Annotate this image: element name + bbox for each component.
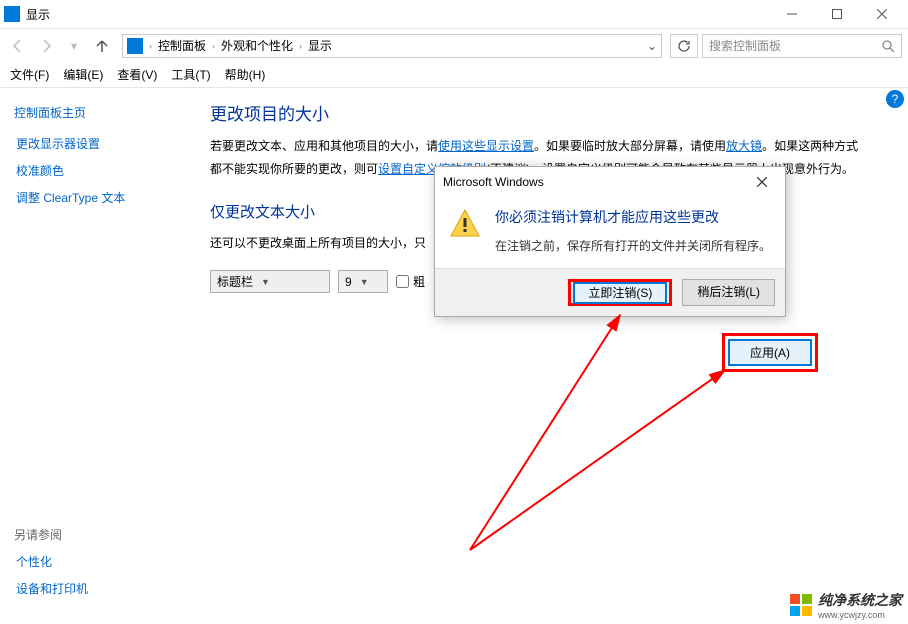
- dialog-buttons: 立即注销(S) 稍后注销(L): [435, 268, 785, 316]
- sidebar-link-devices[interactable]: 设备和打印机: [14, 580, 186, 597]
- refresh-button[interactable]: [670, 34, 698, 58]
- chevron-icon[interactable]: ›: [212, 41, 215, 51]
- address-dropdown[interactable]: ⌄: [647, 39, 657, 53]
- app-icon: [4, 6, 20, 22]
- sidebar-home[interactable]: 控制面板主页: [14, 104, 186, 121]
- warning-icon: [449, 207, 481, 254]
- breadcrumb[interactable]: 显示: [308, 37, 332, 54]
- sidebar-link-calibrate[interactable]: 校准颜色: [14, 162, 186, 179]
- watermark-text: 纯净系统之家: [818, 592, 902, 608]
- signoff-dialog: Microsoft Windows 你必须注销计算机才能应用这些更改 在注销之前…: [434, 166, 786, 317]
- breadcrumb[interactable]: 外观和个性化: [221, 37, 293, 54]
- close-button[interactable]: [859, 0, 904, 28]
- item-select[interactable]: 标题栏▼: [210, 270, 330, 293]
- watermark-url: www.ycwjzy.com: [818, 610, 902, 620]
- signoff-later-button[interactable]: 稍后注销(L): [682, 279, 775, 306]
- chevron-down-icon: ▼: [360, 277, 369, 287]
- menu-edit[interactable]: 编辑(E): [63, 66, 103, 83]
- page-title: 更改项目的大小: [210, 100, 868, 125]
- menu-help[interactable]: 帮助(H): [225, 66, 266, 83]
- chevron-down-icon: ▼: [261, 277, 270, 287]
- bold-checkbox[interactable]: 粗: [396, 273, 425, 290]
- back-button[interactable]: [6, 34, 30, 58]
- window-title: 显示: [26, 6, 769, 23]
- see-also-heading: 另请参阅: [14, 526, 186, 543]
- link-display-settings[interactable]: 使用这些显示设置: [438, 139, 534, 153]
- navbar: ▾ › 控制面板 › 外观和个性化 › 显示 ⌄ 搜索控制面板: [0, 28, 908, 62]
- watermark: 纯净系统之家 www.ycwjzy.com: [790, 590, 902, 620]
- menubar: 文件(F) 编辑(E) 查看(V) 工具(T) 帮助(H): [0, 62, 908, 88]
- sidebar: 控制面板主页 更改显示器设置 校准颜色 调整 ClearType 文本 另请参阅…: [0, 88, 200, 624]
- chevron-icon[interactable]: ›: [149, 41, 152, 51]
- apply-button[interactable]: 应用(A): [728, 339, 812, 366]
- breadcrumb[interactable]: 控制面板: [158, 37, 206, 54]
- help-icon[interactable]: ?: [886, 90, 904, 108]
- dialog-close-button[interactable]: [747, 170, 777, 194]
- apply-highlight: 应用(A): [722, 333, 818, 372]
- dialog-title-text: Microsoft Windows: [443, 175, 544, 189]
- search-icon: [881, 39, 895, 53]
- address-bar[interactable]: › 控制面板 › 外观和个性化 › 显示 ⌄: [122, 34, 662, 58]
- menu-file[interactable]: 文件(F): [10, 66, 49, 83]
- search-input[interactable]: 搜索控制面板: [702, 34, 902, 58]
- dialog-titlebar: Microsoft Windows: [435, 167, 785, 197]
- window-buttons: [769, 0, 904, 28]
- minimize-button[interactable]: [769, 0, 814, 28]
- size-select[interactable]: 9▼: [338, 270, 388, 293]
- maximize-button[interactable]: [814, 0, 859, 28]
- dialog-body: 你必须注销计算机才能应用这些更改 在注销之前，保存所有打开的文件并关闭所有程序。: [435, 197, 785, 268]
- bold-checkbox-input[interactable]: [396, 275, 409, 288]
- recent-dropdown[interactable]: ▾: [62, 34, 86, 58]
- chevron-icon[interactable]: ›: [299, 41, 302, 51]
- menu-tools[interactable]: 工具(T): [171, 66, 210, 83]
- dialog-message: 你必须注销计算机才能应用这些更改: [495, 207, 771, 227]
- sidebar-link-display[interactable]: 更改显示器设置: [14, 135, 186, 152]
- sidebar-link-cleartype[interactable]: 调整 ClearType 文本: [14, 189, 186, 206]
- titlebar: 显示: [0, 0, 908, 28]
- link-magnifier[interactable]: 放大镜: [726, 139, 762, 153]
- sidebar-link-personalize[interactable]: 个性化: [14, 553, 186, 570]
- signoff-highlight: 立即注销(S): [568, 279, 672, 306]
- signoff-now-button[interactable]: 立即注销(S): [573, 282, 667, 304]
- watermark-logo: [790, 594, 812, 616]
- dialog-subtext: 在注销之前，保存所有打开的文件并关闭所有程序。: [495, 237, 771, 254]
- location-icon: [127, 38, 143, 54]
- search-placeholder: 搜索控制面板: [709, 37, 781, 54]
- menu-view[interactable]: 查看(V): [117, 66, 157, 83]
- forward-button[interactable]: [34, 34, 58, 58]
- up-button[interactable]: [90, 34, 114, 58]
